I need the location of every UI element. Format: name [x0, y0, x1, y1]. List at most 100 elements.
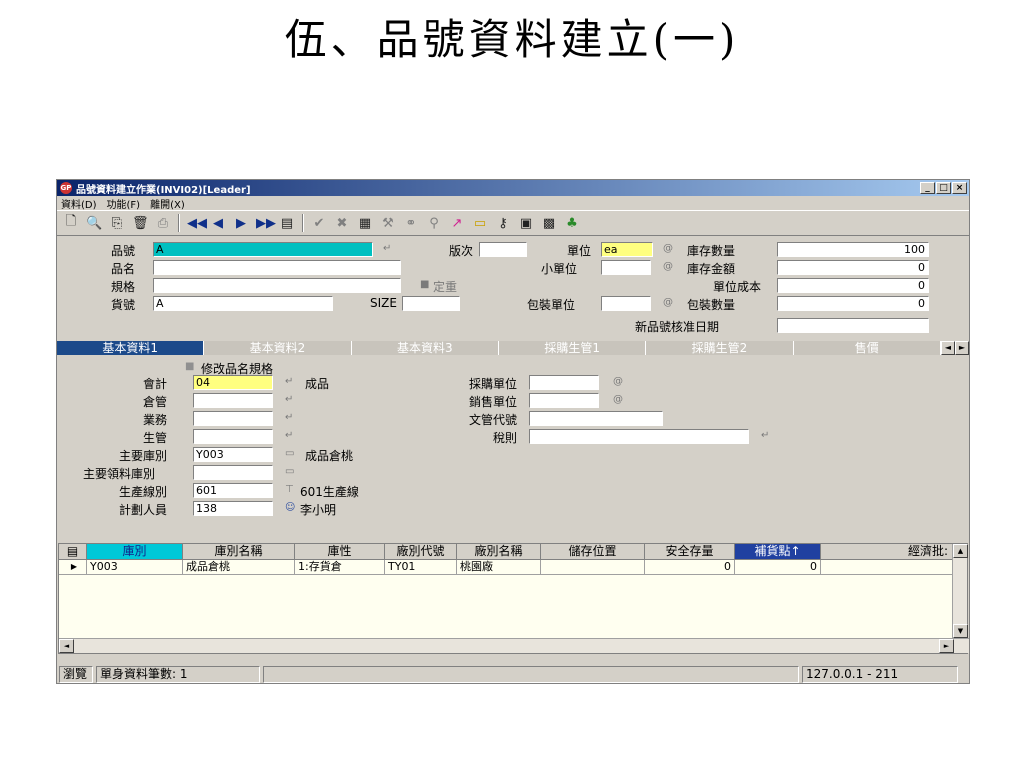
item-name-field[interactable] — [153, 260, 401, 275]
lookup-icon[interactable]: @ — [663, 297, 673, 308]
col-header-location[interactable]: 儲存位置 — [541, 544, 645, 560]
item-no-field[interactable]: A — [153, 242, 373, 257]
scroll-down-button[interactable]: ▼ — [953, 624, 968, 638]
version-field[interactable] — [479, 242, 527, 257]
main-issue-wh-field[interactable] — [193, 465, 273, 480]
planner-field[interactable]: 138 — [193, 501, 273, 516]
col-header-factory-name[interactable]: 廠別名稱 — [457, 544, 541, 560]
col-header-economic-lot[interactable]: 經濟批: — [821, 544, 953, 560]
grid-corner-icon[interactable]: ▤ — [59, 544, 87, 560]
approve-date-field[interactable] — [777, 318, 929, 333]
purchase-unit-field[interactable] — [529, 375, 599, 390]
print-icon[interactable]: ⎙ — [155, 216, 171, 231]
tab-basic-2[interactable]: 基本資料2 — [204, 341, 352, 355]
cell-economic-lot[interactable] — [821, 560, 953, 575]
modify-spec-checkbox-icon[interactable]: ■ — [185, 361, 194, 372]
minimize-button[interactable]: _ — [920, 182, 935, 194]
copy-icon[interactable]: ⎘ — [109, 216, 125, 231]
cell-safety-stock[interactable]: 0 — [645, 560, 735, 575]
tab-price[interactable]: 售價 — [793, 341, 941, 355]
preview-icon[interactable]: 🔍 — [86, 216, 102, 231]
pack-unit-field[interactable] — [601, 296, 651, 311]
warehouse-mgr-field[interactable] — [193, 393, 273, 408]
lookup-icon[interactable]: @ — [663, 243, 673, 254]
cell-warehouse[interactable]: Y003 — [87, 560, 183, 575]
person-icon[interactable]: ☺ — [285, 502, 295, 513]
last-icon[interactable]: ▶▶ — [256, 216, 276, 231]
table-row[interactable]: ▶ Y003 成品倉桃 1:存貨倉 TY01 桃園廠 0 0 — [59, 560, 953, 575]
lookup-icon[interactable]: @ — [663, 261, 673, 272]
accounting-field[interactable]: 04 — [193, 375, 273, 390]
cell-warehouse-type[interactable]: 1:存貨倉 — [295, 560, 385, 575]
warehouse-lookup-icon[interactable]: ▭ — [285, 466, 294, 477]
warehouse-lookup-icon[interactable]: ▭ — [285, 448, 294, 459]
maximize-button[interactable]: □ — [936, 182, 951, 194]
key-icon[interactable]: ⚷ — [495, 216, 511, 231]
menu-exit[interactable]: 離開(X) — [150, 196, 185, 211]
lookup-icon[interactable]: ↵ — [285, 412, 293, 423]
user-icon[interactable]: ♣ — [564, 216, 580, 231]
col-header-factory-code[interactable]: 廠別代號 — [385, 544, 457, 560]
cell-location[interactable] — [541, 560, 645, 575]
report-icon[interactable]: ▦ — [357, 216, 373, 231]
chart-icon[interactable]: ↗ — [449, 216, 465, 231]
close-button[interactable]: × — [952, 182, 967, 194]
tab-basic-3[interactable]: 基本資料3 — [351, 341, 499, 355]
main-wh-field[interactable]: Y003 — [193, 447, 273, 462]
cell-warehouse-name[interactable]: 成品倉桃 — [183, 560, 295, 575]
scroll-up-button[interactable]: ▲ — [953, 544, 968, 558]
col-header-warehouse-name[interactable]: 庫別名稱 — [183, 544, 295, 560]
menu-function[interactable]: 功能(F) — [107, 196, 141, 211]
new-icon[interactable]: 🗋 — [63, 212, 79, 234]
tab-purchase-2[interactable]: 採購生管2 — [646, 341, 794, 355]
scroll-left-button[interactable]: ◄ — [59, 639, 74, 653]
lookup-icon[interactable]: @ — [613, 376, 623, 387]
tool-icon[interactable]: ⚒ — [380, 216, 396, 231]
small-unit-field[interactable] — [601, 260, 651, 275]
lookup-icon[interactable]: ↵ — [285, 376, 293, 387]
production-field[interactable] — [193, 429, 273, 444]
tax-field[interactable] — [529, 429, 749, 444]
link-icon[interactable]: ⚭ — [403, 216, 419, 231]
filter-icon[interactable]: ⚲ — [426, 216, 442, 231]
col-header-safety-stock[interactable]: 安全存量 — [645, 544, 735, 560]
line-lookup-icon[interactable]: ⊤ — [285, 484, 294, 495]
save-icon[interactable]: ▩ — [541, 216, 557, 231]
tab-basic-1[interactable]: 基本資料1 — [57, 341, 205, 355]
confirm-icon[interactable]: ✔ — [311, 216, 327, 231]
lookup-icon[interactable]: ↵ — [285, 430, 293, 441]
size-field[interactable] — [402, 296, 460, 311]
next-icon[interactable]: ▶ — [233, 216, 249, 231]
col-header-warehouse[interactable]: 庫別 — [87, 544, 183, 560]
spec-field[interactable] — [153, 278, 401, 293]
doc-icon[interactable]: ▣ — [518, 216, 534, 231]
lookup-icon[interactable]: ↵ — [285, 394, 293, 405]
prev-icon[interactable]: ◀ — [210, 216, 226, 231]
lookup-icon[interactable]: ↵ — [761, 430, 769, 441]
vertical-scrollbar[interactable]: ▲ ▼ — [952, 544, 968, 638]
line-field[interactable]: 601 — [193, 483, 273, 498]
query-icon[interactable]: ▤ — [279, 216, 295, 231]
scroll-right-button[interactable]: ► — [939, 639, 954, 653]
cargo-no-field[interactable]: A — [153, 296, 333, 311]
folder-icon[interactable]: ▭ — [472, 216, 488, 231]
tab-purchase-1[interactable]: 採購生管1 — [498, 341, 647, 355]
horizontal-scrollbar[interactable]: ◄ ► — [59, 638, 969, 653]
col-header-warehouse-type[interactable]: 庫性 — [295, 544, 385, 560]
sales-field[interactable] — [193, 411, 273, 426]
fixed-price-checkbox-icon[interactable]: ■ — [420, 279, 429, 290]
menu-data[interactable]: 資料(D) — [61, 196, 97, 211]
cell-factory-name[interactable]: 桃園廠 — [457, 560, 541, 575]
first-icon[interactable]: ◀◀ — [187, 216, 207, 231]
col-header-reorder-point[interactable]: 補貨點↑ — [735, 544, 821, 560]
doc-code-field[interactable] — [529, 411, 663, 426]
sales-unit-field[interactable] — [529, 393, 599, 408]
tab-scroll-right-button[interactable]: ► — [954, 341, 969, 355]
cell-factory-code[interactable]: TY01 — [385, 560, 457, 575]
unit-field[interactable]: ea — [601, 242, 653, 257]
lookup-icon[interactable]: @ — [613, 394, 623, 405]
cell-reorder-point[interactable]: 0 — [735, 560, 821, 575]
lookup-icon[interactable]: ↵ — [383, 243, 391, 254]
tab-scroll-left-button[interactable]: ◄ — [940, 341, 955, 355]
cancel-icon[interactable]: ✖ — [334, 216, 350, 231]
